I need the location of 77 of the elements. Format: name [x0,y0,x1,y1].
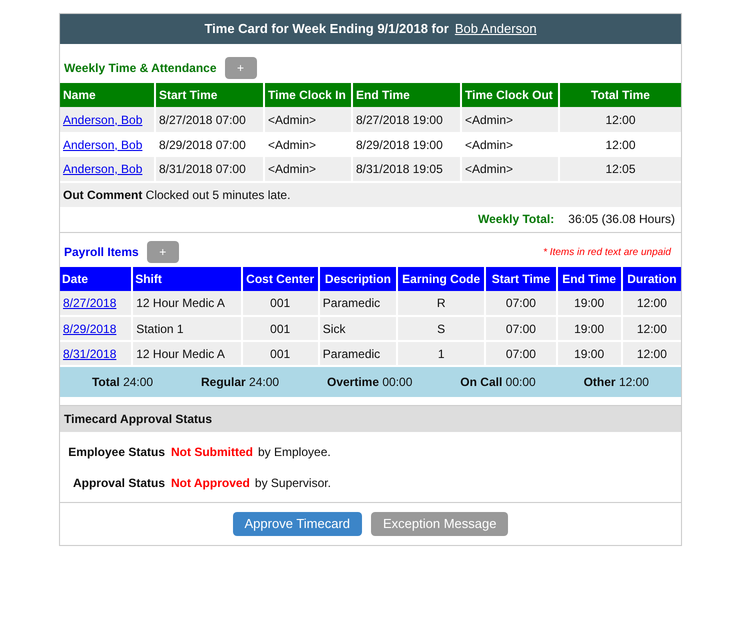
table-cell: 8/29/2018 07:00 [155,132,264,157]
date-link[interactable]: 8/31/2018 [63,346,116,360]
table-cell: Paramedic [318,291,398,316]
column-header: End Time [352,83,461,107]
approval-header: Timecard Approval Status [60,406,681,432]
table-cell: 12:05 [559,157,681,182]
table-cell: 12:00 [559,107,681,132]
table-cell: 12:00 [559,132,681,157]
status-label: Employee Status [67,444,165,460]
section-title: Weekly Time & Attendance [64,60,216,77]
employee-name-link[interactable]: Anderson, Bob [63,112,142,126]
table-cell: <Admin> [461,157,559,182]
table-cell: <Admin> [264,157,352,182]
table-cell: 19:00 [556,316,622,341]
column-header: Name [60,83,155,107]
column-header: Time Clock In [264,83,352,107]
table-cell: Sick [318,316,398,341]
table-cell: 19:00 [556,341,622,366]
employee-name-link[interactable]: Anderson, Bob [63,138,142,152]
header-title: Time Card for Week Ending 9/1/2018 for [204,20,449,38]
table-cell: 07:00 [485,316,557,341]
section-title: Payroll Items [64,244,139,261]
table-cell: 8/27/2018 19:00 [352,107,461,132]
table-cell: S [397,316,486,341]
table-cell: 001 [242,291,319,316]
table-cell: <Admin> [264,132,352,157]
weekly-total-value: 36:05 (36.08 Hours) [568,210,675,228]
column-header: Duration [622,267,681,291]
payroll-total: Other 12:00 [584,374,649,391]
status-value: Not Submitted [171,444,253,460]
table-cell: 12:00 [622,316,681,341]
payroll-total: Overtime 00:00 [326,374,412,391]
table-cell: 12 Hour Medic A [132,291,242,316]
table-cell: <Admin> [264,107,352,132]
column-header: Cost Center [242,267,319,291]
column-header: Start Time [485,267,557,291]
out-comment: Out Comment Clocked out 5 minutes late. [60,182,681,207]
table-cell: <Admin> [461,132,559,157]
column-header: Earning Code [397,267,486,291]
column-header: Total Time [559,83,681,107]
payroll-total: Total 24:00 [92,374,154,391]
table-cell: R [397,291,486,316]
table-cell: Station 1 [132,316,242,341]
employee-name-link[interactable]: Anderson, Bob [63,162,142,176]
table-cell: 12 Hour Medic A [132,341,242,366]
status-text: by Employee. [258,444,331,460]
weekly-total-label: Weekly Total: [478,210,554,228]
table-cell: 07:00 [485,291,557,316]
table-cell: <Admin> [461,107,559,132]
column-header: Date [60,267,132,291]
employee-link[interactable]: Bob Anderson [454,19,537,39]
table-cell: 8/29/2018 19:00 [352,132,461,157]
table-cell: 07:00 [485,341,557,366]
table-cell: 001 [242,341,319,366]
date-link[interactable]: 8/27/2018 [63,296,116,310]
date-link[interactable]: 8/29/2018 [63,322,116,336]
column-header: Start Time [155,83,264,107]
column-header: End Time [556,267,622,291]
table-cell: 12:00 [622,291,681,316]
table-cell: 8/27/2018 07:00 [155,107,264,132]
status-value: Not Approved [171,474,250,492]
table-cell: 1 [397,341,486,366]
table-cell: Paramedic [318,341,398,366]
column-header: Description [318,267,398,291]
table-cell: 12:00 [622,341,681,366]
status-label: Approval Status [72,474,165,492]
table-cell: 8/31/2018 07:00 [155,157,264,182]
table-cell: 19:00 [556,291,622,316]
payroll-total: Regular 24:00 [201,374,280,391]
payroll-total: On Call 00:00 [460,374,536,391]
column-header: Time Clock Out [461,83,559,107]
approve-button[interactable]: Approve Timecard [232,512,362,536]
table-cell: 001 [242,316,319,341]
unpaid-note: * Items in red text are unpaid [543,246,671,260]
column-header: Shift [132,267,242,291]
status-text: by Supervisor. [254,474,331,492]
table-cell: 8/31/2018 19:05 [352,157,461,182]
